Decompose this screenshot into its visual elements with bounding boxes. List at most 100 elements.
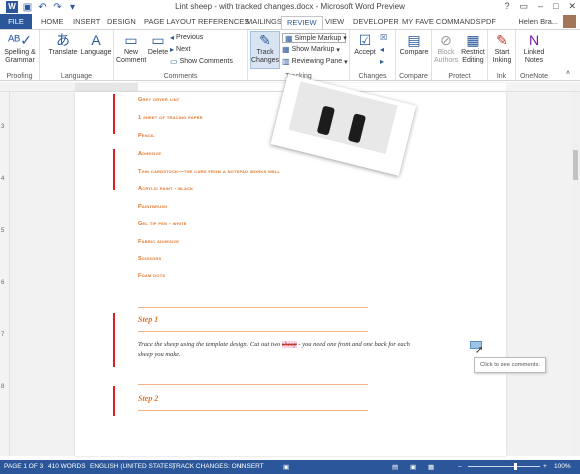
material-item: Scissors — [138, 256, 162, 262]
material-item: Thin cardstock—the card from a notepad w… — [138, 169, 281, 175]
linked-notes-button[interactable]: N Linked Notes — [518, 32, 550, 65]
material-item: 1 sheet of tracing paper — [138, 115, 203, 121]
deleted-text[interactable]: sheep — [281, 341, 297, 348]
zoom-in-button[interactable]: + — [543, 463, 547, 470]
tab-home[interactable]: HOME — [41, 16, 64, 30]
show-markup-chevron-icon: ▾ — [336, 46, 340, 54]
ribbon-display-button[interactable]: ▭ — [519, 1, 528, 12]
chevron-down-icon: ▾ — [343, 34, 347, 42]
web-layout-icon[interactable]: ▦ — [428, 463, 434, 471]
tooltip: Click to see comments. — [474, 357, 546, 373]
group-ink: ✎ Start Inking Ink — [488, 30, 516, 81]
collapse-ribbon-button[interactable]: ˄ — [566, 70, 570, 77]
group-changes: ☑ Accept ☒ ◂ ▸ Changes — [350, 30, 396, 81]
previous-change-button[interactable]: ◂ — [380, 45, 384, 54]
sheep-leg — [316, 105, 336, 136]
reject-icon: ☒ — [380, 33, 388, 42]
tab-view[interactable]: VIEW — [325, 16, 344, 30]
group-label-proofing: Proofing — [6, 73, 33, 80]
group-proofing: ᴬᴮ✓ Spelling & Grammar Proofing — [0, 30, 40, 81]
ruler-number: 6 — [1, 280, 5, 286]
material-item: Paintbrush — [138, 204, 168, 210]
insert-mode-status[interactable]: INSERT — [240, 463, 264, 470]
accept-button[interactable]: ☑ Accept — [352, 32, 378, 57]
ruler-number: 5 — [1, 228, 5, 234]
tab-file[interactable]: FILE — [0, 14, 32, 30]
sheep-leg — [347, 113, 367, 144]
start-inking-button[interactable]: ✎ Start Inking — [489, 32, 515, 65]
track-changes-button[interactable]: ✎ Track Changes — [250, 31, 280, 69]
page-count[interactable]: PAGE 1 OF 3 — [4, 463, 43, 470]
read-mode-icon[interactable]: ▤ — [392, 463, 398, 471]
ruler-number: 3 — [1, 124, 5, 130]
spelling-grammar-button[interactable]: ᴬᴮ✓ Spelling & Grammar — [2, 32, 38, 65]
user-name[interactable]: Helen Bra... — [518, 17, 558, 26]
tab-mailings[interactable]: MAILINGS — [246, 16, 282, 30]
print-layout-icon[interactable]: ▣ — [410, 463, 416, 471]
step-1-text: Trace the sheep using the template desig… — [138, 341, 410, 358]
next-change-icon: ▸ — [380, 57, 385, 66]
restrict-editing-button[interactable]: ▦ Restrict Editing — [459, 32, 487, 65]
word-count[interactable]: 410 WORDS — [48, 463, 86, 470]
maximize-button[interactable]: □ — [553, 1, 558, 12]
zoom-slider-knob[interactable] — [514, 463, 517, 470]
zoom-out-button[interactable]: – — [458, 463, 462, 470]
mouse-pointer-icon: ➚ — [475, 345, 484, 356]
group-label-comments: Comments — [163, 73, 198, 80]
change-bar — [113, 386, 115, 416]
markup-select[interactable]: ▦ Simple Markup ▾ — [282, 33, 347, 43]
reviewing-pane-button[interactable]: ▥ Reviewing Pane ▾ — [282, 57, 348, 66]
help-button[interactable]: ? — [504, 1, 509, 12]
accept-icon: ☑ — [358, 32, 372, 48]
block-authors-button[interactable]: ⊘ Block Authors — [434, 32, 458, 65]
block-authors-icon: ⊘ — [440, 32, 452, 48]
next-comment-button[interactable]: ▸ Next — [170, 45, 190, 54]
change-bar — [113, 313, 115, 367]
previous-icon: ◂ — [170, 33, 175, 42]
tab-my-fave-commands[interactable]: MY FAVE COMMANDS — [402, 16, 480, 30]
show-comments-icon: ▭ — [170, 57, 178, 66]
scrollbar-thumb[interactable] — [573, 150, 578, 180]
zoom-slider[interactable] — [468, 466, 540, 467]
close-button[interactable]: ✕ — [568, 1, 576, 12]
group-label-ink: Ink — [496, 73, 507, 80]
next-change-button[interactable]: ▸ — [380, 57, 384, 66]
show-markup-button[interactable]: ▦ Show Markup ▾ — [282, 45, 340, 54]
compare-icon: ▤ — [407, 32, 421, 48]
compare-button[interactable]: ▤ Compare — [398, 32, 430, 57]
step-1-heading: Step 1 — [138, 315, 159, 324]
language-status[interactable]: ENGLISH (UNITED STATES) — [90, 463, 175, 470]
language-button[interactable]: A Language — [80, 32, 112, 57]
divider — [138, 331, 368, 332]
tab-design[interactable]: DESIGN — [107, 16, 136, 30]
delete-comment-button[interactable]: ▭ Delete — [147, 32, 169, 57]
avatar[interactable] — [563, 15, 576, 28]
zoom-level[interactable]: 100% — [554, 463, 571, 470]
new-comment-button[interactable]: ▭ New Comment — [116, 32, 146, 65]
tab-insert[interactable]: INSERT — [73, 16, 100, 30]
show-comments-button[interactable]: ▭ Show Comments — [170, 57, 233, 66]
tab-developer[interactable]: DEVELOPER — [353, 16, 399, 30]
language-icon: A — [91, 32, 101, 48]
reject-button[interactable]: ☒ — [380, 33, 387, 42]
group-onenote: N Linked Notes OneNote — [516, 30, 552, 81]
group-tracking: ✎ Track Changes ▦ Simple Markup ▾ ▦ Show Ma… — [248, 30, 350, 81]
spellcheck-icon: ᴬᴮ✓ — [8, 32, 32, 48]
previous-comment-button[interactable]: ◂ Previous — [170, 33, 203, 42]
title-bar: W ▣ ↶ ↷ ▾ Lint sheep - with tracked chan… — [0, 0, 580, 14]
tab-page-layout[interactable]: PAGE LAYOUT — [144, 16, 196, 30]
reviewing-pane-chevron-icon: ▾ — [344, 58, 348, 66]
macro-record-icon[interactable]: ▣ — [283, 463, 289, 471]
tab-review[interactable]: REVIEW — [281, 16, 323, 30]
ruler-number: 8 — [1, 384, 5, 390]
translate-button[interactable]: あ Translate — [48, 32, 78, 57]
reviewing-pane-icon: ▥ — [282, 57, 290, 66]
tab-pdf[interactable]: PDF — [481, 16, 496, 30]
window-controls: ? ▭ – □ ✕ — [504, 1, 576, 12]
tab-references[interactable]: REFERENCES — [198, 16, 249, 30]
vertical-ruler[interactable]: 3 4 5 6 7 8 — [0, 92, 10, 456]
minimize-button[interactable]: – — [538, 1, 543, 12]
material-item: Gel tip pen - white — [138, 221, 187, 227]
track-changes-status[interactable]: TRACK CHANGES: ON — [172, 463, 241, 470]
vertical-scrollbar[interactable] — [571, 92, 580, 456]
